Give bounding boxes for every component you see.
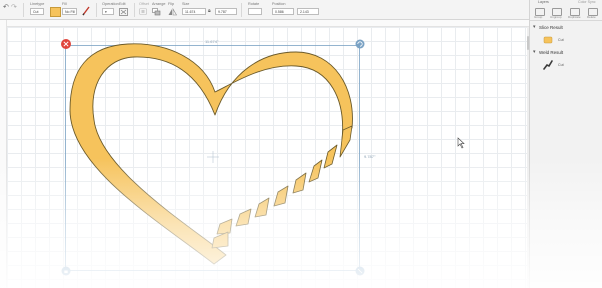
layer-item[interactable]: Cut (530, 58, 602, 72)
collapse-caret-icon[interactable]: ▾ (533, 49, 536, 55)
rotate-handle[interactable] (355, 39, 365, 49)
delete-handle[interactable] (61, 39, 71, 49)
panel-tabs: Layers Color Sync (530, 0, 602, 5)
heart-fragments[interactable] (211, 125, 353, 249)
mouse-cursor-icon (457, 137, 465, 149)
shape-thumbnail-icon (543, 36, 553, 44)
height-readout: 9.787" (364, 154, 376, 159)
layer-slice-result[interactable]: ▾ Slice Result Cut (530, 23, 602, 49)
layer-header[interactable]: ▾ Weld Result (530, 48, 602, 57)
layer-operation: Cut (558, 63, 564, 67)
group-label: Group (534, 15, 543, 19)
center-crosshair (207, 151, 219, 163)
lock-handle[interactable] (61, 266, 71, 276)
duplicate-label: Duplicate (568, 15, 581, 19)
layers-panel: Layers Color Sync Group Ungroup Duplicat… (529, 0, 602, 288)
canvas-artwork (61, 39, 465, 276)
tab-layers[interactable]: Layers (538, 0, 549, 4)
layer-title: Slice Result (539, 24, 563, 30)
delete-label: Delete (587, 15, 596, 19)
layer-operation: Cut (558, 38, 564, 42)
resize-handle[interactable] (355, 266, 365, 276)
layer-header[interactable]: ▾ Slice Result (530, 23, 602, 32)
weld-shape-thumbnail-icon (543, 60, 553, 70)
layer-item[interactable]: Cut (530, 33, 602, 47)
layer-title: Weld Result (539, 49, 564, 55)
collapse-caret-icon[interactable]: ▾ (533, 24, 536, 30)
width-readout: 11.674" (205, 39, 219, 44)
layer-weld-result[interactable]: ▾ Weld Result Cut (530, 48, 602, 74)
panel-actions: Group Ungroup Duplicate Delete (530, 6, 602, 21)
tab-color-sync[interactable]: Color Sync (578, 0, 596, 4)
ungroup-label: Ungroup (550, 15, 562, 19)
heart-slice-shape[interactable] (69, 43, 353, 265)
